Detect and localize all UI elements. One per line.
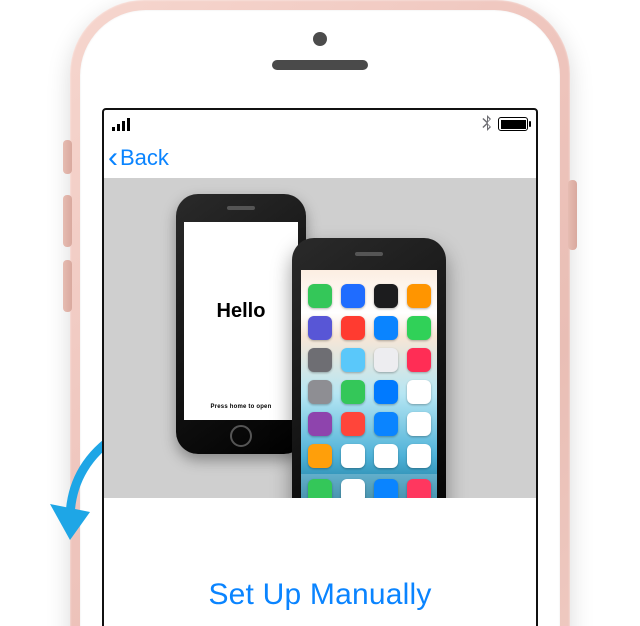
app-icon bbox=[308, 284, 332, 308]
set-up-manually-link[interactable]: Set Up Manually bbox=[208, 578, 431, 612]
front-camera bbox=[313, 32, 327, 46]
app-icon bbox=[308, 412, 332, 436]
status-bar bbox=[104, 110, 536, 138]
app-icon bbox=[341, 380, 365, 404]
app-icon bbox=[341, 412, 365, 436]
nav-bar: ‹ Back bbox=[104, 138, 536, 178]
chevron-left-icon: ‹ bbox=[108, 143, 118, 173]
app-icon bbox=[407, 412, 431, 436]
app-icon bbox=[407, 316, 431, 340]
app-icon bbox=[341, 316, 365, 340]
stage: ‹ Back Hello Press home to open bbox=[0, 0, 640, 626]
bluetooth-icon bbox=[482, 115, 492, 133]
hello-text: Hello bbox=[217, 300, 266, 323]
app-icon bbox=[374, 316, 398, 340]
app-grid bbox=[301, 280, 437, 468]
hello-phone-screen: Hello Press home to open bbox=[184, 222, 298, 420]
volume-down bbox=[63, 260, 72, 312]
earpiece bbox=[272, 60, 368, 70]
hello-phone-home bbox=[230, 425, 252, 447]
springboard-phone-speaker bbox=[355, 252, 383, 256]
hero-illustration: Hello Press home to open bbox=[104, 178, 536, 498]
app-icon bbox=[341, 348, 365, 372]
app-icon bbox=[308, 380, 332, 404]
app-icon bbox=[407, 348, 431, 372]
app-icon bbox=[374, 348, 398, 372]
cellular-signal-icon bbox=[112, 117, 130, 131]
app-icon bbox=[407, 444, 431, 468]
app-icon bbox=[308, 316, 332, 340]
app-icon bbox=[308, 348, 332, 372]
power-button bbox=[568, 180, 577, 250]
status-right bbox=[482, 115, 528, 133]
back-label: Back bbox=[120, 145, 169, 171]
springboard-phone-screen bbox=[301, 270, 437, 508]
outer-device-frame: ‹ Back Hello Press home to open bbox=[70, 0, 570, 626]
volume-up bbox=[63, 195, 72, 247]
app-icon bbox=[308, 444, 332, 468]
app-icon bbox=[374, 444, 398, 468]
back-button[interactable]: ‹ Back bbox=[108, 143, 169, 173]
app-icon bbox=[374, 284, 398, 308]
app-icon bbox=[407, 380, 431, 404]
hello-phone: Hello Press home to open bbox=[176, 194, 306, 454]
app-icon bbox=[341, 444, 365, 468]
app-icon bbox=[407, 284, 431, 308]
battery-icon bbox=[498, 117, 528, 131]
app-icon bbox=[374, 380, 398, 404]
device-screen: ‹ Back Hello Press home to open bbox=[102, 108, 538, 626]
manual-area: Set Up Manually bbox=[104, 498, 536, 626]
mute-switch bbox=[63, 140, 72, 174]
app-icon bbox=[374, 412, 398, 436]
press-home-text: Press home to open bbox=[211, 404, 272, 410]
springboard-statusbar bbox=[301, 270, 437, 280]
app-icon bbox=[341, 284, 365, 308]
hello-phone-speaker bbox=[227, 206, 255, 210]
